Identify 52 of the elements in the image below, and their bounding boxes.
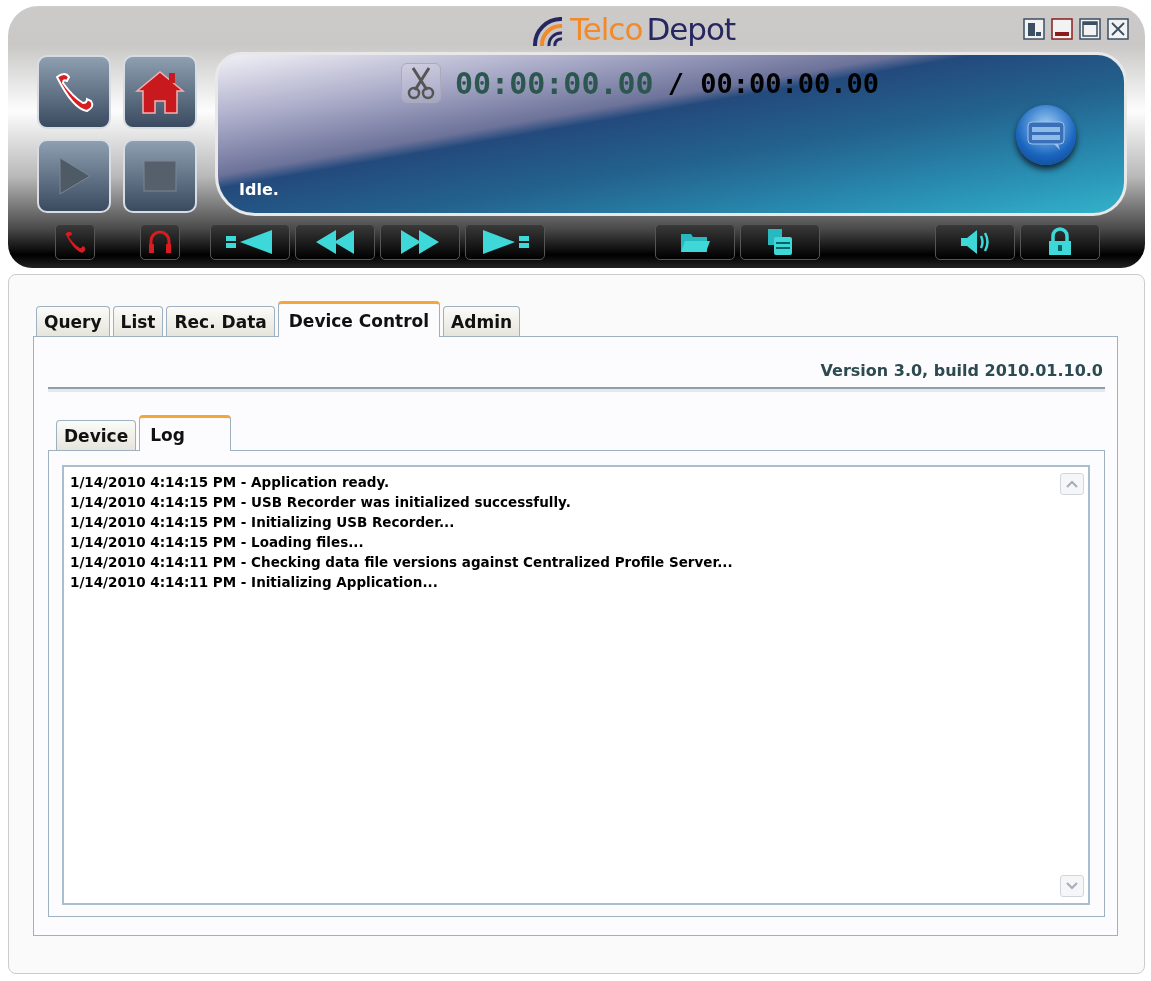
skip-forward-button[interactable]	[465, 224, 545, 260]
logo-text: Depot	[646, 11, 736, 47]
fast-forward-icon	[399, 230, 441, 254]
home-button[interactable]	[123, 55, 197, 129]
home-icon	[135, 69, 185, 115]
tab[interactable]: Log	[139, 415, 232, 451]
documents-button[interactable]	[740, 224, 820, 260]
version-text: Version 3.0, build 2010.01.10.0	[819, 361, 1103, 380]
minimize-icon[interactable]	[1051, 18, 1073, 40]
stop-icon	[142, 159, 178, 193]
play-icon	[56, 156, 92, 196]
chevron-down-icon	[1066, 882, 1078, 890]
tab[interactable]: Admin	[443, 306, 521, 336]
elapsed-time: 00:00:00.00	[455, 65, 654, 101]
log-line: 1/14/2010 4:14:11 PM - Checking data file versions against Centralized Profile Server...	[70, 553, 734, 572]
restore-icon[interactable]	[1023, 18, 1045, 40]
call-button[interactable]	[37, 55, 111, 129]
documents-icon	[766, 227, 794, 257]
logo-text: Telco	[570, 11, 643, 47]
total-time: / 00:00:00.00	[667, 67, 879, 99]
message-button[interactable]	[1016, 105, 1076, 165]
close-icon[interactable]	[1107, 18, 1129, 40]
cut-button[interactable]	[401, 63, 441, 103]
headphones-icon	[147, 229, 173, 255]
volume-button[interactable]	[935, 224, 1015, 260]
headphones-button[interactable]	[140, 224, 180, 260]
log-line: 1/14/2010 4:14:15 PM - Loading files...	[70, 533, 365, 552]
rewind-icon	[314, 230, 356, 254]
log-line: 1/14/2010 4:14:15 PM - USB Recorder was initialized successfully.	[70, 493, 572, 512]
log-line: 1/14/2010 4:14:15 PM - Initializing USB Recorder...	[70, 513, 456, 532]
log-line: 1/14/2010 4:14:15 PM - Application ready.	[70, 473, 391, 492]
log-line: 1/14/2010 4:14:11 PM - Initializing Application...	[70, 573, 439, 592]
lock-button[interactable]	[1020, 224, 1100, 260]
status-text: Idle.	[239, 180, 280, 199]
lock-icon	[1047, 227, 1073, 257]
tab[interactable]: Rec. Data	[166, 306, 275, 336]
phone-icon	[62, 229, 88, 255]
chevron-up-icon	[1066, 480, 1078, 488]
phone-button[interactable]	[55, 224, 95, 260]
scissors-icon	[407, 66, 435, 100]
tab[interactable]: Device	[56, 420, 137, 450]
open-folder-button[interactable]	[655, 224, 735, 260]
tab[interactable]: Query	[36, 306, 110, 336]
tab[interactable]: List	[112, 306, 164, 336]
skip-back-button[interactable]	[210, 224, 290, 260]
maximize-icon[interactable]	[1079, 18, 1101, 40]
play-button[interactable]	[37, 139, 111, 213]
fast-forward-button[interactable]	[380, 224, 460, 260]
stop-button[interactable]	[123, 139, 197, 213]
tab[interactable]: Device Control	[277, 301, 441, 337]
speaker-icon	[959, 228, 991, 256]
rewind-button[interactable]	[295, 224, 375, 260]
